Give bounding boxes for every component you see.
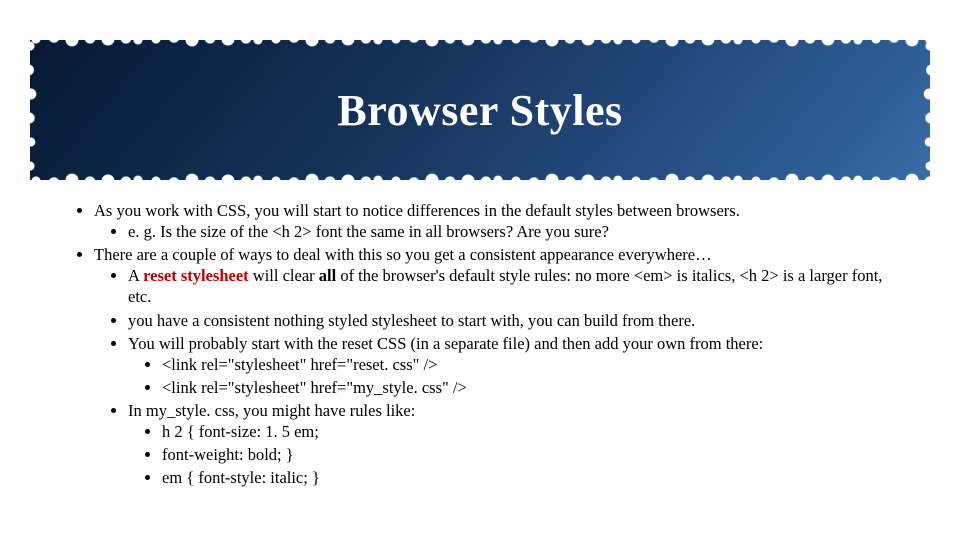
bullet-l1: As you work with CSS, you will start to … — [94, 200, 900, 242]
bullet-l2: you have a consistent nothing styled sty… — [128, 310, 900, 331]
bullet-text: h 2 { font-size: 1. 5 em; — [162, 422, 319, 441]
bullet-l2: In my_style. css, you might have rules l… — [128, 400, 900, 488]
bullet-l2: You will probably start with the reset C… — [128, 333, 900, 398]
bullet-l3: font-weight: bold; } — [162, 444, 900, 465]
title-banner: Browser Styles — [30, 40, 930, 180]
bullet-text: em { font-style: italic; } — [162, 468, 320, 487]
bullet-l2: A reset stylesheet will clear all of the… — [128, 265, 900, 307]
bullet-l1: There are a couple of ways to deal with … — [94, 244, 900, 488]
banner-edge-right — [922, 34, 938, 186]
bullet-text: There are a couple of ways to deal with … — [94, 245, 712, 264]
bullet-text: As you work with CSS, you will start to … — [94, 201, 740, 220]
bullet-l3: <link rel="stylesheet" href="my_style. c… — [162, 377, 900, 398]
bold-word: all — [319, 266, 336, 285]
bullet-l3: <link rel="stylesheet" href="reset. css"… — [162, 354, 900, 375]
bullet-text: <link rel="stylesheet" href="reset. css"… — [162, 355, 437, 374]
slide-body: As you work with CSS, you will start to … — [0, 200, 960, 488]
bullet-text: e. g. Is the size of the <h 2> font the … — [128, 222, 609, 241]
slide-title: Browser Styles — [337, 85, 622, 136]
highlight-term: reset stylesheet — [143, 266, 249, 285]
bullet-text: You will probably start with the reset C… — [128, 334, 763, 353]
bullet-text: will clear — [249, 266, 319, 285]
bullet-text: A — [128, 266, 143, 285]
bullet-l3: h 2 { font-size: 1. 5 em; — [162, 421, 900, 442]
bullet-text: font-weight: bold; } — [162, 445, 294, 464]
bullet-l2: e. g. Is the size of the <h 2> font the … — [128, 221, 900, 242]
bullet-text: <link rel="stylesheet" href="my_style. c… — [162, 378, 467, 397]
bullet-l3: em { font-style: italic; } — [162, 467, 900, 488]
bullet-text: you have a consistent nothing styled sty… — [128, 311, 695, 330]
bullet-text: In my_style. css, you might have rules l… — [128, 401, 415, 420]
banner-edge-left — [22, 34, 38, 186]
